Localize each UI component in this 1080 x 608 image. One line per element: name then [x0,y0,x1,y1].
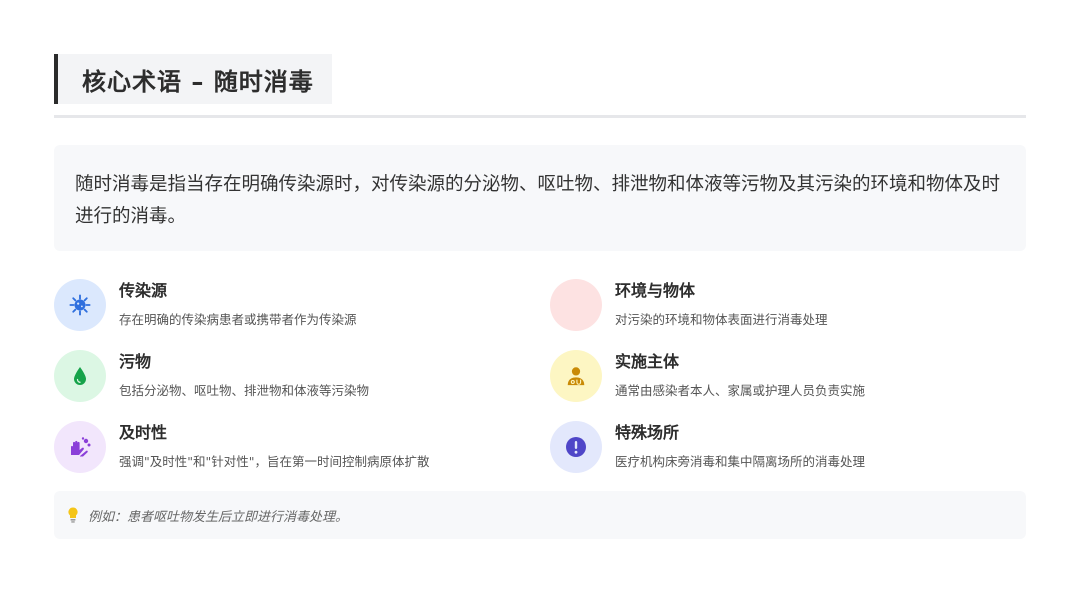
term-name: 传染源 [119,281,168,300]
definition-box: 随时消毒是指当存在明确传染源时，对传染源的分泌物、呕吐物、排泄物和体液等污物及其… [54,145,1026,251]
term-desc: 存在明确的传染病患者或携带者作为传染源 [119,312,357,327]
term-desc: 强调"及时性"和"针对性"，旨在第一时间控制病原体扩散 [119,454,430,469]
term-icon-circle [54,279,106,331]
lightbulb-icon [68,507,78,523]
term-name: 及时性 [119,423,168,442]
term-item-contaminants: 污物 包括分泌物、呕吐物、排泄物和体液等污染物 [54,350,369,404]
virus-icon [69,294,91,316]
term-desc: 包括分泌物、呕吐物、排泄物和体液等污染物 [119,383,370,398]
title-divider [54,115,1026,118]
term-icon-circle [54,421,106,473]
droplet-icon [74,367,86,385]
term-desc: 医疗机构床旁消毒和集中隔离场所的消毒处理 [615,454,866,469]
term-icon-circle [550,279,602,331]
doctor-icon [567,367,585,386]
example-text: 例如：患者呕吐物发生后立即进行消毒处理。 [88,509,349,525]
hand-wash-icon [71,437,91,457]
term-item-timeliness: 及时性 强调"及时性"和"针对性"，旨在第一时间控制病原体扩散 [54,421,430,475]
term-desc: 对污染的环境和物体表面进行消毒处理 [615,312,828,327]
term-name: 环境与物体 [615,281,696,300]
term-item-executor: 实施主体 通常由感染者本人、家属或护理人员负责实施 [550,350,865,404]
term-item-environment: 环境与物体 对污染的环境和物体表面进行消毒处理 [550,279,828,333]
term-desc: 通常由感染者本人、家属或护理人员负责实施 [615,383,866,398]
exclamation-circle-icon [566,437,586,457]
term-icon-circle [54,350,106,402]
term-name: 实施主体 [615,352,680,371]
term-item-source: 传染源 存在明确的传染病患者或携带者作为传染源 [54,279,357,333]
term-name: 特殊场所 [615,423,680,442]
definition-text: 随时消毒是指当存在明确传染源时，对传染源的分泌物、呕吐物、排泄物和体液等污物及其… [75,174,1001,227]
term-icon-circle [550,350,602,402]
term-name: 污物 [119,352,152,371]
title-box: 核心术语 – 随时消毒 [54,54,332,104]
term-item-special-places: 特殊场所 医疗机构床旁消毒和集中隔离场所的消毒处理 [550,421,865,475]
term-icon-circle [550,421,602,473]
example-box: 例如：患者呕吐物发生后立即进行消毒处理。 [54,491,1026,539]
page-title: 核心术语 – 随时消毒 [82,67,314,96]
